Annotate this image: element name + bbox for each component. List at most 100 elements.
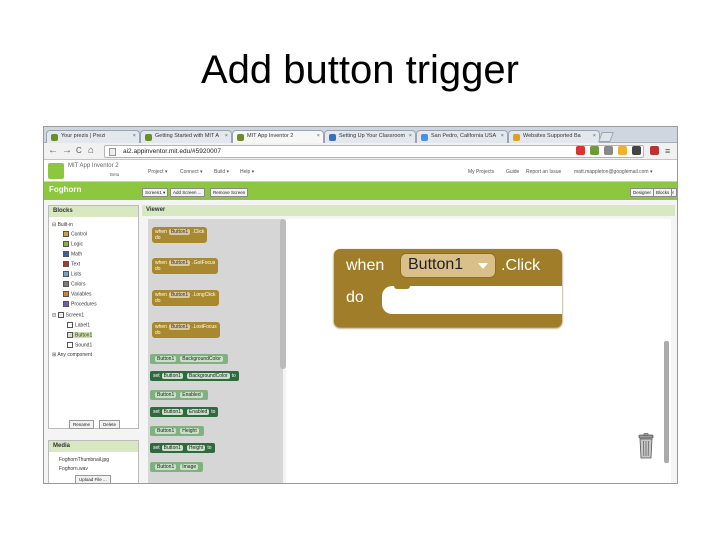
extension-icon[interactable] bbox=[618, 146, 627, 155]
drawer-event-block[interactable]: when Button1 .Click do bbox=[152, 227, 208, 243]
home-icon[interactable]: ⌂ bbox=[88, 145, 94, 157]
menu-my-projects[interactable]: My Projects bbox=[468, 169, 494, 175]
tab-label: Getting Started with MIT A bbox=[155, 133, 220, 139]
extension-icon[interactable] bbox=[590, 146, 599, 155]
browser-tab[interactable]: San Pedro, California USA × bbox=[416, 130, 508, 143]
component-dropdown[interactable]: Button1 bbox=[168, 292, 191, 298]
drawer-setter-block[interactable]: set Button1 Enabled to bbox=[150, 407, 219, 417]
drawer-event-block[interactable]: when Button1 .LongClick do bbox=[152, 290, 219, 306]
tab-label: Your prezis | Prezi bbox=[61, 133, 106, 139]
drawer-setter-block[interactable]: set Button1 Height to bbox=[150, 443, 215, 453]
address-bar[interactable]: ai2.appinventor.mit.edu/#5920007 ☆ bbox=[104, 145, 644, 158]
component-dropdown[interactable]: Button1 bbox=[155, 392, 177, 398]
tree-item-lists[interactable]: Lists bbox=[63, 271, 81, 277]
tree-item-procedures[interactable]: Procedures bbox=[63, 301, 97, 307]
tree-item-button1[interactable]: Button1 bbox=[67, 332, 93, 339]
close-icon[interactable]: × bbox=[501, 133, 504, 139]
close-icon[interactable]: × bbox=[225, 133, 228, 139]
block-text: to bbox=[211, 409, 216, 415]
component-dropdown[interactable]: Button1 bbox=[155, 356, 177, 362]
drawer-getter-block[interactable]: Button1 Image bbox=[150, 462, 204, 472]
drawer-getter-block[interactable]: Button1 Enabled bbox=[150, 390, 208, 400]
tree-item-variables[interactable]: Variables bbox=[63, 291, 91, 297]
rename-button[interactable]: Rename bbox=[69, 420, 95, 429]
component-dropdown[interactable]: Button1 bbox=[168, 324, 191, 330]
component-dropdown[interactable]: Button1 bbox=[161, 373, 183, 379]
block-text: do bbox=[155, 298, 161, 304]
tree-item-math[interactable]: Math bbox=[63, 251, 82, 257]
back-arrow-icon[interactable]: ← bbox=[48, 145, 58, 157]
media-item[interactable]: Foghorn.wav bbox=[59, 466, 88, 472]
tree-item-logic[interactable]: Logic bbox=[63, 241, 83, 247]
property-dropdown[interactable]: Height bbox=[186, 445, 206, 451]
extension-icon[interactable] bbox=[604, 146, 613, 155]
browser-tab[interactable]: Setting Up Your Classroom × bbox=[324, 130, 416, 143]
workspace-scrollbar[interactable] bbox=[664, 341, 669, 463]
delete-button[interactable]: Delete bbox=[99, 420, 121, 429]
add-screen-button[interactable]: Add Screen ... bbox=[170, 188, 205, 197]
menu-help[interactable]: Help ▾ bbox=[240, 169, 254, 175]
tree-screen1[interactable]: ⊟ Screen1 bbox=[52, 312, 84, 318]
tree-item-sound1[interactable]: Sound1 bbox=[67, 342, 92, 348]
close-icon[interactable]: × bbox=[593, 133, 596, 139]
extension-icon[interactable] bbox=[650, 146, 659, 155]
media-item[interactable]: FoghornThumbnail.jpg bbox=[59, 457, 109, 463]
app-inventor-favicon-icon bbox=[237, 134, 244, 141]
menu-guide[interactable]: Guide bbox=[506, 169, 519, 175]
property-dropdown[interactable]: Image bbox=[180, 464, 199, 470]
component-dropdown[interactable]: Button1 bbox=[168, 229, 191, 235]
forward-arrow-icon[interactable]: → bbox=[62, 145, 72, 157]
component-dropdown[interactable]: Button1 bbox=[155, 428, 177, 434]
drawer-getter-block[interactable]: Button1 Height bbox=[150, 426, 204, 436]
menu-report-issue[interactable]: Report an Issue bbox=[526, 169, 561, 175]
drawer-event-block[interactable]: when Button1 .LostFocus do bbox=[152, 322, 220, 338]
screen-select-button[interactable]: Screen1 ▾ bbox=[142, 188, 169, 197]
menu-icon[interactable]: ≡ bbox=[665, 145, 670, 157]
menu-build[interactable]: Build ▾ bbox=[214, 169, 229, 175]
close-icon[interactable]: × bbox=[317, 133, 320, 139]
property-dropdown[interactable]: Enabled bbox=[180, 392, 203, 398]
drawer-getter-block[interactable]: Button1 BackgroundColor bbox=[150, 354, 228, 364]
property-dropdown[interactable]: Enabled bbox=[186, 409, 210, 415]
component-dropdown[interactable]: Button1 bbox=[155, 464, 177, 470]
menu-account[interactable]: matt.mappleton@googlemail.com ▾ bbox=[574, 169, 652, 175]
designer-button-alt: Designer bbox=[630, 188, 655, 197]
tree-item-colors[interactable]: Colors bbox=[63, 281, 85, 287]
trash-can-icon[interactable] bbox=[636, 433, 656, 459]
drawer-event-block[interactable]: when Button1 .GotFocus do bbox=[152, 258, 219, 274]
tree-item-label1[interactable]: Label1 bbox=[67, 322, 90, 328]
extension-icon[interactable] bbox=[576, 146, 585, 155]
do-statement-slot bbox=[382, 286, 562, 314]
menu-connect[interactable]: Connect ▾ bbox=[180, 169, 203, 175]
swatch-icon bbox=[63, 251, 69, 257]
property-dropdown[interactable]: BackgroundColor bbox=[186, 373, 230, 379]
close-icon[interactable]: × bbox=[133, 133, 136, 139]
component-dropdown[interactable]: Button1 bbox=[168, 260, 191, 266]
remove-screen-button[interactable]: Remove Screen bbox=[210, 188, 249, 197]
block-text: .LongClick bbox=[192, 292, 216, 298]
upload-file-button[interactable]: Upload File ... bbox=[75, 475, 111, 483]
property-dropdown[interactable]: BackgroundColor bbox=[180, 356, 223, 362]
close-icon[interactable]: × bbox=[409, 133, 412, 139]
tree-builtin[interactable]: ⊟ Built-in bbox=[52, 222, 73, 228]
browser-tab[interactable]: Your prezis | Prezi × bbox=[46, 130, 140, 143]
component-dropdown[interactable]: Button1 bbox=[161, 445, 183, 451]
reload-icon[interactable]: C bbox=[76, 145, 82, 157]
browser-tab-active[interactable]: MIT App Inventor 2 × bbox=[232, 130, 324, 143]
extension-icon[interactable] bbox=[632, 146, 641, 155]
chevron-down-icon bbox=[478, 263, 488, 269]
block-notch bbox=[394, 284, 410, 289]
drawer-setter-block[interactable]: set Button1 BackgroundColor to bbox=[150, 371, 239, 381]
property-dropdown[interactable]: Height bbox=[180, 428, 199, 434]
component-dropdown[interactable]: Button1 bbox=[161, 409, 183, 415]
tree-label: Button1 bbox=[75, 332, 93, 339]
tree-item-text[interactable]: Text bbox=[63, 261, 80, 267]
tree-any-component[interactable]: ⊞ Any component bbox=[52, 352, 92, 358]
new-tab-button[interactable] bbox=[598, 132, 614, 142]
tree-item-control[interactable]: Control bbox=[63, 231, 87, 237]
browser-tab[interactable]: Getting Started with MIT A × bbox=[140, 130, 232, 143]
do-keyword: do bbox=[346, 289, 364, 306]
menu-project[interactable]: Project ▾ bbox=[148, 169, 167, 175]
browser-tab[interactable]: Websites Supported Ba × bbox=[508, 130, 600, 143]
blocks-button[interactable]: Blocks bbox=[653, 188, 673, 197]
